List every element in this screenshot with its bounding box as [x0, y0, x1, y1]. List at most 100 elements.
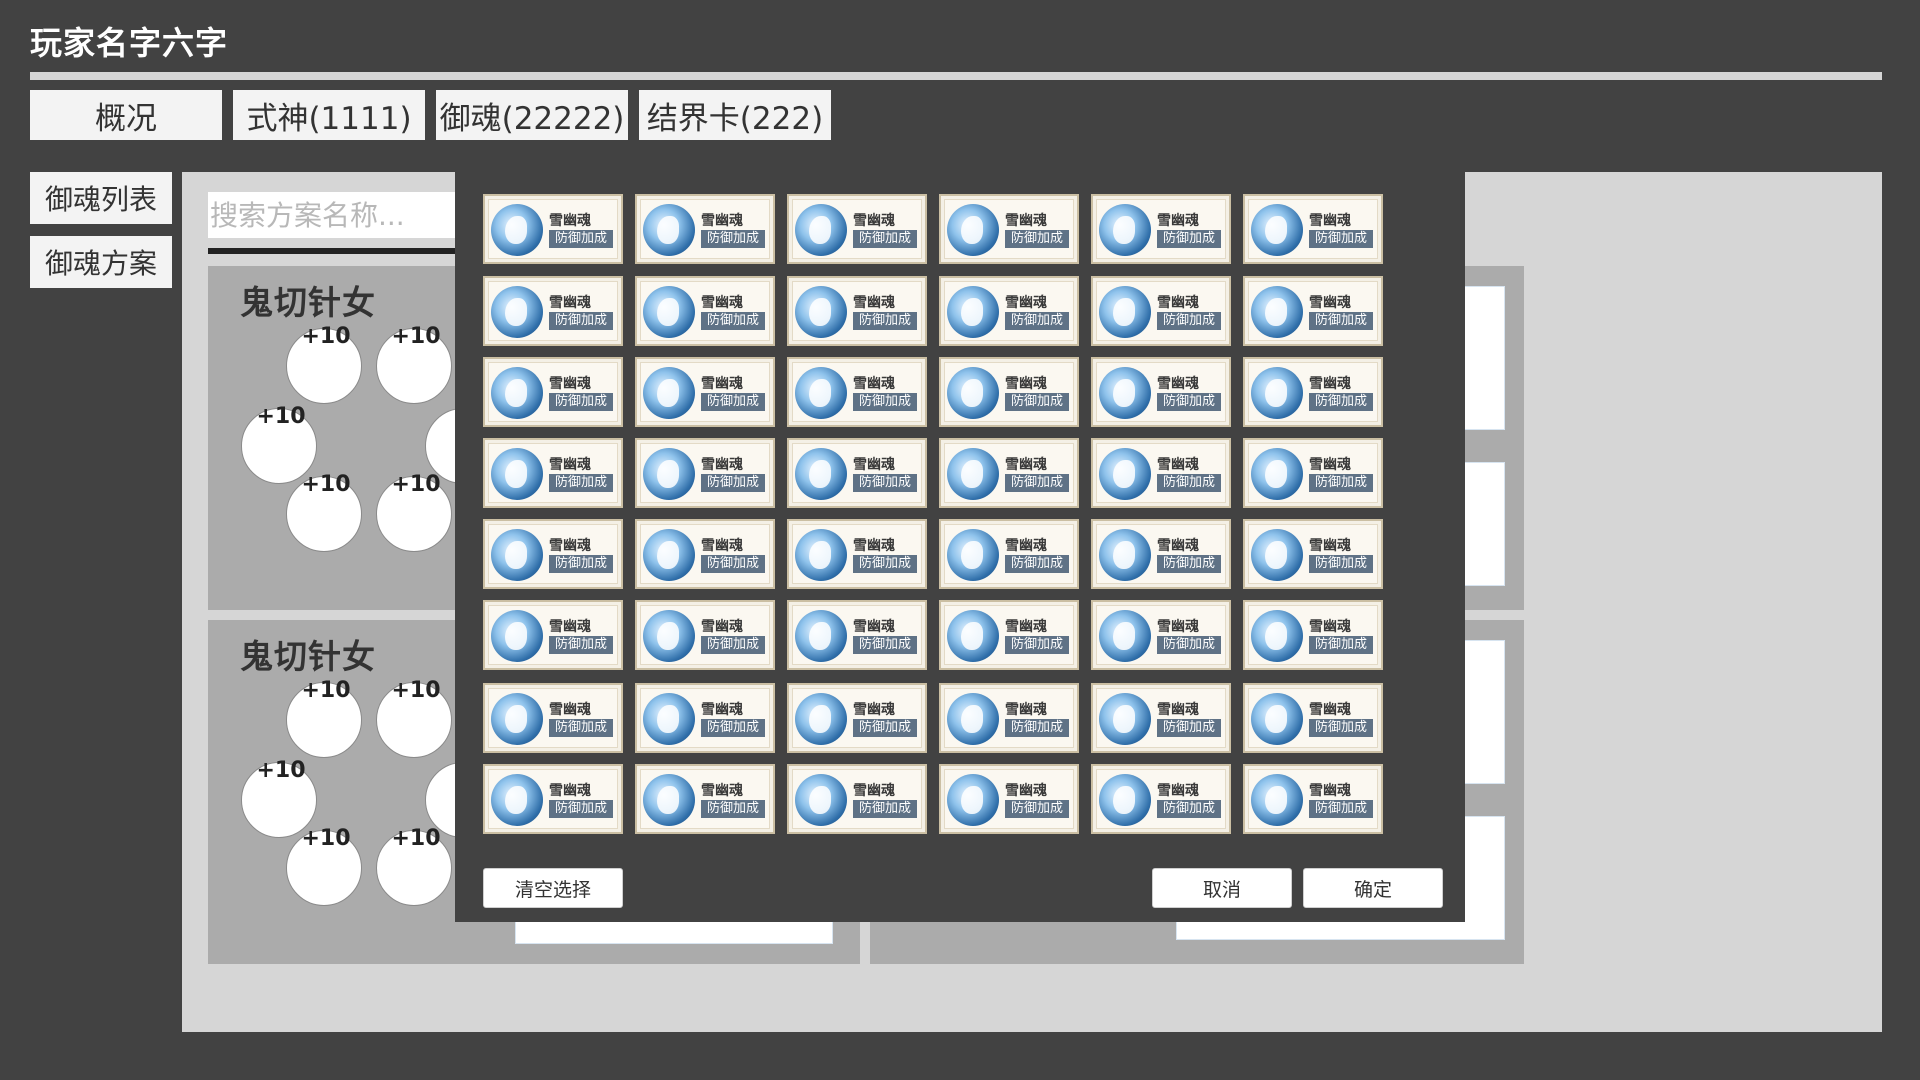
soul-name: 雪幽魂 [853, 702, 895, 718]
tab-overview[interactable]: 概况 [30, 90, 222, 140]
soul-item[interactable]: 雪幽魂 防御加成 [787, 600, 927, 670]
snow-ghost-icon [1099, 693, 1151, 745]
tab-realm-card[interactable]: 结界卡(222) [639, 90, 831, 140]
soul-item[interactable]: 雪幽魂 防御加成 [1243, 764, 1383, 834]
snow-ghost-icon [795, 286, 847, 338]
soul-item[interactable]: 雪幽魂 防御加成 [787, 519, 927, 589]
soul-item[interactable]: 雪幽魂 防御加成 [635, 519, 775, 589]
soul-tag: 防御加成 [853, 636, 917, 654]
soul-item[interactable]: 雪幽魂 防御加成 [939, 276, 1079, 346]
soul-name: 雪幽魂 [853, 619, 895, 635]
soul-tag: 防御加成 [1005, 393, 1069, 411]
soul-name: 雪幽魂 [1005, 702, 1047, 718]
soul-name: 雪幽魂 [1157, 702, 1199, 718]
soul-tag: 防御加成 [1309, 636, 1373, 654]
soul-item[interactable]: 雪幽魂 防御加成 [939, 519, 1079, 589]
soul-item[interactable]: 雪幽魂 防御加成 [483, 194, 623, 264]
snow-ghost-icon [1251, 448, 1303, 500]
soul-item[interactable]: 雪幽魂 防御加成 [787, 357, 927, 427]
soul-name: 雪幽魂 [1157, 457, 1199, 473]
soul-item[interactable]: 雪幽魂 防御加成 [483, 519, 623, 589]
soul-item[interactable]: 雪幽魂 防御加成 [939, 764, 1079, 834]
soul-item[interactable]: 雪幽魂 防御加成 [787, 194, 927, 264]
soul-item[interactable]: 雪幽魂 防御加成 [1243, 194, 1383, 264]
soul-name: 雪幽魂 [1309, 783, 1351, 799]
soul-item[interactable]: 雪幽魂 防御加成 [939, 357, 1079, 427]
soul-item[interactable]: 雪幽魂 防御加成 [483, 438, 623, 508]
mitama-select-modal: 雪幽魂 防御加成 雪幽魂 防御加成 雪幽魂 防御加成 雪幽魂 防御加成 雪幽魂 防御加成 雪幽魂 防御… [455, 172, 1465, 922]
soul-item[interactable]: 雪幽魂 防御加成 [635, 764, 775, 834]
subnav-mitama-plans[interactable]: 御魂方案 [30, 236, 172, 288]
subnav-mitama-list[interactable]: 御魂列表 [30, 172, 172, 224]
soul-name: 雪幽魂 [853, 213, 895, 229]
soul-tag: 防御加成 [549, 555, 613, 573]
soul-item[interactable]: 雪幽魂 防御加成 [939, 438, 1079, 508]
soul-item[interactable]: 雪幽魂 防御加成 [1091, 276, 1231, 346]
cancel-button[interactable]: 取消 [1152, 868, 1292, 908]
soul-item[interactable]: 雪幽魂 防御加成 [1091, 519, 1231, 589]
soul-item[interactable]: 雪幽魂 防御加成 [1091, 683, 1231, 753]
soul-item[interactable]: 雪幽魂 防御加成 [483, 276, 623, 346]
soul-name: 雪幽魂 [853, 783, 895, 799]
tab-shikigami[interactable]: 式神(1111) [233, 90, 425, 140]
soul-item[interactable]: 雪幽魂 防御加成 [787, 276, 927, 346]
soul-item[interactable]: 雪幽魂 防御加成 [1091, 357, 1231, 427]
slot-level: +10 [256, 404, 306, 429]
snow-ghost-icon [795, 367, 847, 419]
slot-level: +10 [391, 472, 441, 497]
soul-item[interactable]: 雪幽魂 防御加成 [635, 438, 775, 508]
soul-item[interactable]: 雪幽魂 防御加成 [787, 438, 927, 508]
player-name: 玩家名字六字 [30, 24, 229, 62]
soul-item[interactable]: 雪幽魂 防御加成 [483, 764, 623, 834]
soul-name: 雪幽魂 [1005, 619, 1047, 635]
soul-item[interactable]: 雪幽魂 防御加成 [1243, 519, 1383, 589]
soul-item[interactable]: 雪幽魂 防御加成 [1091, 194, 1231, 264]
soul-name: 雪幽魂 [701, 376, 743, 392]
snow-ghost-icon [643, 529, 695, 581]
soul-item[interactable]: 雪幽魂 防御加成 [635, 683, 775, 753]
soul-name: 雪幽魂 [1005, 213, 1047, 229]
soul-item[interactable]: 雪幽魂 防御加成 [1243, 438, 1383, 508]
soul-tag: 防御加成 [853, 555, 917, 573]
soul-name: 雪幽魂 [1005, 457, 1047, 473]
soul-name: 雪幽魂 [1309, 457, 1351, 473]
soul-item[interactable]: 雪幽魂 防御加成 [635, 357, 775, 427]
clear-selection-button[interactable]: 清空选择 [483, 868, 623, 908]
plan-name: 鬼切针女 [240, 637, 376, 676]
soul-item[interactable]: 雪幽魂 防御加成 [1091, 438, 1231, 508]
soul-tag: 防御加成 [1157, 636, 1221, 654]
soul-item[interactable]: 雪幽魂 防御加成 [483, 600, 623, 670]
soul-name: 雪幽魂 [853, 295, 895, 311]
snow-ghost-icon [947, 529, 999, 581]
snow-ghost-icon [795, 448, 847, 500]
soul-tag: 防御加成 [549, 393, 613, 411]
confirm-button[interactable]: 确定 [1303, 868, 1443, 908]
soul-item[interactable]: 雪幽魂 防御加成 [1243, 276, 1383, 346]
soul-item[interactable]: 雪幽魂 防御加成 [1243, 683, 1383, 753]
soul-item[interactable]: 雪幽魂 防御加成 [635, 194, 775, 264]
soul-name: 雪幽魂 [701, 619, 743, 635]
slot-level: +10 [391, 678, 441, 703]
soul-name: 雪幽魂 [1157, 376, 1199, 392]
soul-item[interactable]: 雪幽魂 防御加成 [483, 683, 623, 753]
tab-mitama[interactable]: 御魂(22222) [436, 90, 628, 140]
soul-item[interactable]: 雪幽魂 防御加成 [939, 194, 1079, 264]
snow-ghost-icon [795, 204, 847, 256]
soul-item[interactable]: 雪幽魂 防御加成 [1243, 600, 1383, 670]
soul-name: 雪幽魂 [1157, 619, 1199, 635]
soul-item[interactable]: 雪幽魂 防御加成 [635, 276, 775, 346]
plan-search-input[interactable] [208, 192, 458, 238]
soul-item[interactable]: 雪幽魂 防御加成 [1243, 357, 1383, 427]
soul-item[interactable]: 雪幽魂 防御加成 [1091, 764, 1231, 834]
soul-item[interactable]: 雪幽魂 防御加成 [635, 600, 775, 670]
soul-item[interactable]: 雪幽魂 防御加成 [939, 683, 1079, 753]
soul-item[interactable]: 雪幽魂 防御加成 [787, 683, 927, 753]
soul-tag: 防御加成 [1005, 230, 1069, 248]
soul-item[interactable]: 雪幽魂 防御加成 [787, 764, 927, 834]
soul-item[interactable]: 雪幽魂 防御加成 [1091, 600, 1231, 670]
soul-tag: 防御加成 [853, 393, 917, 411]
soul-tag: 防御加成 [1005, 555, 1069, 573]
soul-tag: 防御加成 [1005, 800, 1069, 818]
soul-item[interactable]: 雪幽魂 防御加成 [939, 600, 1079, 670]
soul-item[interactable]: 雪幽魂 防御加成 [483, 357, 623, 427]
